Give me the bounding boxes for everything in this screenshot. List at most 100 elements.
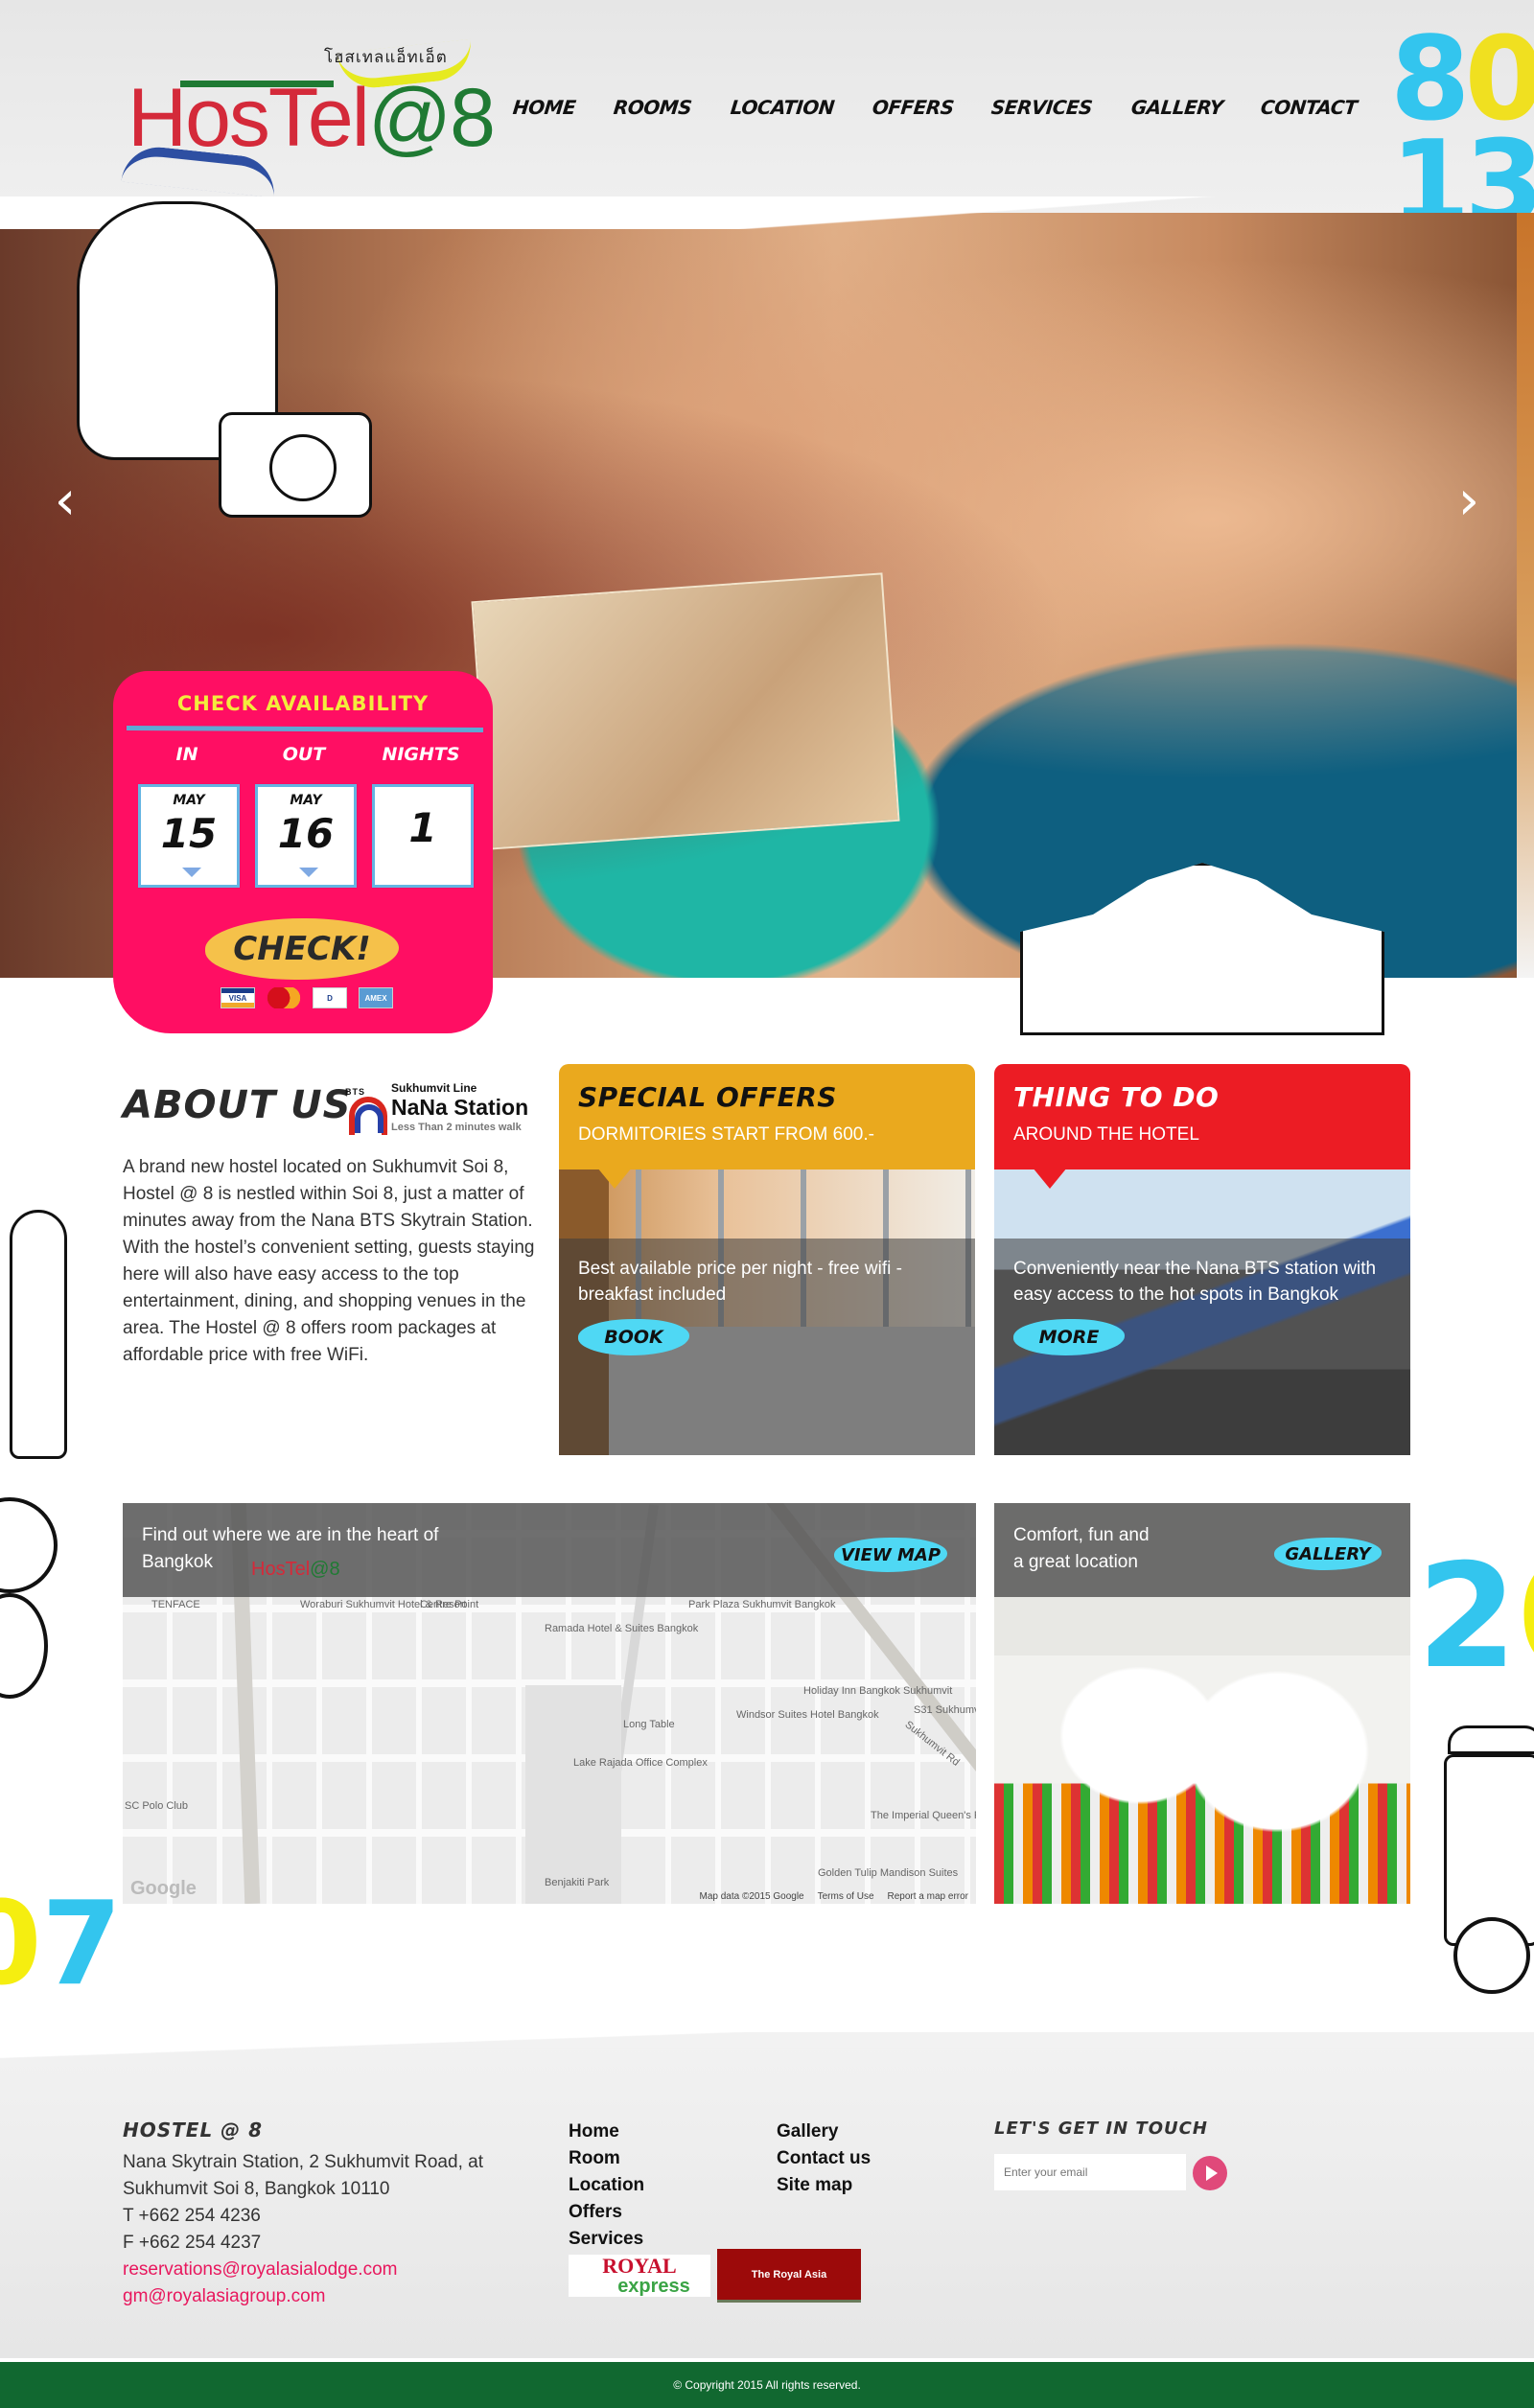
google-logo: Google <box>130 1878 197 1899</box>
footer-link-home[interactable]: Home <box>569 2119 644 2145</box>
footer-link-gallery[interactable]: Gallery <box>777 2119 871 2145</box>
map-label: Benjakiti Park <box>545 1877 610 1888</box>
map-label: Ramada Hotel & Suites Bangkok <box>545 1623 699 1634</box>
check-button[interactable]: CHECK! <box>205 918 399 980</box>
hostel-logo[interactable]: โฮสเทลแอ็ทเอ็ต HosTel@8 <box>121 38 496 198</box>
chevron-right-icon[interactable]: › <box>1450 473 1488 530</box>
bike-wheel <box>0 1497 58 1593</box>
todo-overlay: Conveniently near the Nana BTS station w… <box>994 1239 1410 1455</box>
visa-icon: VISA <box>221 987 255 1008</box>
nav-home[interactable]: Home <box>512 96 577 119</box>
gallery-text-line: a great location <box>1013 1552 1138 1572</box>
bts-line: Sukhumvit Line <box>391 1081 477 1095</box>
map-hostel-marker[interactable]: HosTel@8 <box>251 1559 340 1581</box>
map-label: Holiday Inn Bangkok Sukhumvit <box>803 1685 953 1697</box>
reservations-email-link[interactable]: reservations@royalasialodge.com <box>123 2257 545 2283</box>
bts-station-badge: BTS Sukhumvit Line NaNa Station Less Tha… <box>345 1081 546 1139</box>
special-offers-panel: Special Offers DORMITORIES START FROM 60… <box>559 1064 975 1455</box>
offers-notch <box>597 1168 632 1189</box>
map-panel[interactable]: TENFACE Woraburi Sukhumvit Hotel & Resor… <box>123 1503 976 1904</box>
page: โฮสเทลแอ็ทเอ็ต HosTel@8 Home Rooms Locat… <box>0 0 1534 2408</box>
check-out-month: MAY <box>290 793 322 808</box>
newsletter-email-input[interactable] <box>994 2154 1186 2190</box>
tuktuk-wheel <box>1453 1917 1530 1994</box>
royal-express-logo[interactable]: ROYAL express <box>569 2255 710 2297</box>
offers-subtitle: DORMITORIES START FROM 600.- <box>578 1124 874 1145</box>
amex-icon: AMEX <box>359 987 393 1008</box>
todo-subtitle: AROUND THE HOTEL <box>1013 1124 1199 1145</box>
map-label: The Imperial Queen's Park <box>871 1810 976 1821</box>
phone-number: T +662 254 4236 <box>123 2206 261 2226</box>
footer-link-contact[interactable]: Contact us <box>777 2145 871 2172</box>
gm-email-link[interactable]: gm@royalasiagroup.com <box>123 2283 545 2310</box>
gallery-button[interactable]: Gallery <box>1274 1538 1382 1570</box>
header: โฮสเทลแอ็ทเอ็ต HosTel@8 Home Rooms Locat… <box>0 0 1534 242</box>
marker-text-red: HosTel <box>251 1559 311 1580</box>
nav-gallery[interactable]: Gallery <box>1129 96 1223 119</box>
address-line: Sukhumvit Soi 8, Bangkok 10110 <box>123 2179 390 2199</box>
map-label: S31 Sukhumvit <box>914 1704 976 1716</box>
more-button[interactable]: More <box>1013 1319 1125 1355</box>
footer-title: Hostel @ 8 <box>123 2119 264 2142</box>
map-terms-link[interactable]: Terms of Use <box>818 1891 874 1902</box>
map-overlay: Find out where we are in the heart of Ba… <box>123 1503 976 1597</box>
nights-field[interactable]: 1 <box>372 784 474 888</box>
footer-link-room[interactable]: Room <box>569 2145 644 2172</box>
map-label: Lake Rajada Office Complex <box>573 1757 708 1769</box>
nights-value: 1 <box>408 804 437 851</box>
mastercard-icon <box>267 987 301 1008</box>
availability-divider <box>126 726 484 732</box>
footer-link-location[interactable]: Location <box>569 2172 644 2199</box>
caret-down-icon <box>182 868 201 877</box>
bts-brand: BTS <box>345 1087 365 1097</box>
deco-digit: 7 <box>41 1878 123 2011</box>
nav-rooms[interactable]: Rooms <box>613 96 693 119</box>
offers-overlay: Best available price per night - free wi… <box>559 1239 975 1455</box>
book-button[interactable]: Book <box>578 1319 689 1355</box>
chevron-left-icon[interactable]: ‹ <box>46 473 84 530</box>
view-map-button[interactable]: View Map <box>834 1538 947 1572</box>
tuktuk-roof <box>1448 1725 1534 1754</box>
map-park-benjakiti <box>525 1685 621 1904</box>
bts-logo-icon: BTS <box>345 1087 387 1135</box>
play-arrow-icon <box>1206 2165 1218 2181</box>
footer-nav-col2: Gallery Contact us Site map <box>777 2119 871 2199</box>
diners-club-icon: D <box>313 987 347 1008</box>
logo-thai-text: โฮสเทลแอ็ทเอ็ต <box>324 48 448 67</box>
cyclist-sketch-icon <box>0 1210 92 1708</box>
decorative-number-bottom: 07 <box>0 1887 122 2003</box>
newsletter-title: Let's get in touch <box>994 2119 1208 2139</box>
nav-offers[interactable]: Offers <box>871 96 954 119</box>
todo-text: Conveniently near the Nana BTS station w… <box>1013 1259 1377 1305</box>
check-in-date-picker[interactable]: MAY 15 <box>138 784 240 888</box>
map-label: Long Table <box>623 1719 675 1730</box>
royal-asia-logo[interactable]: The Royal Asia <box>717 2249 861 2303</box>
newsletter-submit-button[interactable] <box>1193 2156 1227 2190</box>
copyright-bar: © Copyright 2015 All rights reserved. <box>0 2362 1534 2408</box>
caret-down-icon <box>299 868 318 877</box>
main-nav: Home Rooms Location Offers Services Gall… <box>512 96 1395 119</box>
royal-express-text: ROYAL <box>602 2254 677 2278</box>
marker-text-green: @8 <box>310 1559 340 1580</box>
nav-contact[interactable]: Contact <box>1260 96 1359 119</box>
nav-location[interactable]: Location <box>729 96 835 119</box>
map-label: Park Plaza Sukhumvit Bangkok <box>688 1599 836 1610</box>
about-section: About Us BTS Sukhumvit Line NaNa Station… <box>123 1081 546 1369</box>
footer-torn-edge <box>0 2013 1534 2071</box>
nights-label: NIGHTS <box>382 744 460 765</box>
nav-services[interactable]: Services <box>990 96 1094 119</box>
footer-link-sitemap[interactable]: Site map <box>777 2172 871 2199</box>
footer-nav-col1: Home Room Location Offers Services <box>569 2119 644 2253</box>
bike-wheel <box>0 1593 48 1699</box>
map-report-link[interactable]: Report a map error <box>888 1891 968 1902</box>
thing-to-do-panel: Thing To Do AROUND THE HOTEL Convenientl… <box>994 1064 1410 1455</box>
bts-walk-time: Less Than 2 minutes walk <box>391 1122 522 1133</box>
check-out-date-picker[interactable]: MAY 16 <box>255 784 357 888</box>
gallery-text: Comfort, fun and a great location <box>1013 1522 1205 1576</box>
fax-number: F +662 254 4237 <box>123 2233 262 2253</box>
bts-station-name: NaNa Station <box>391 1095 529 1120</box>
footer-link-services[interactable]: Services <box>569 2226 644 2253</box>
temple-body <box>1020 863 1384 1035</box>
deco-digit: 0 <box>0 1878 42 2011</box>
footer-link-offers[interactable]: Offers <box>569 2199 644 2226</box>
